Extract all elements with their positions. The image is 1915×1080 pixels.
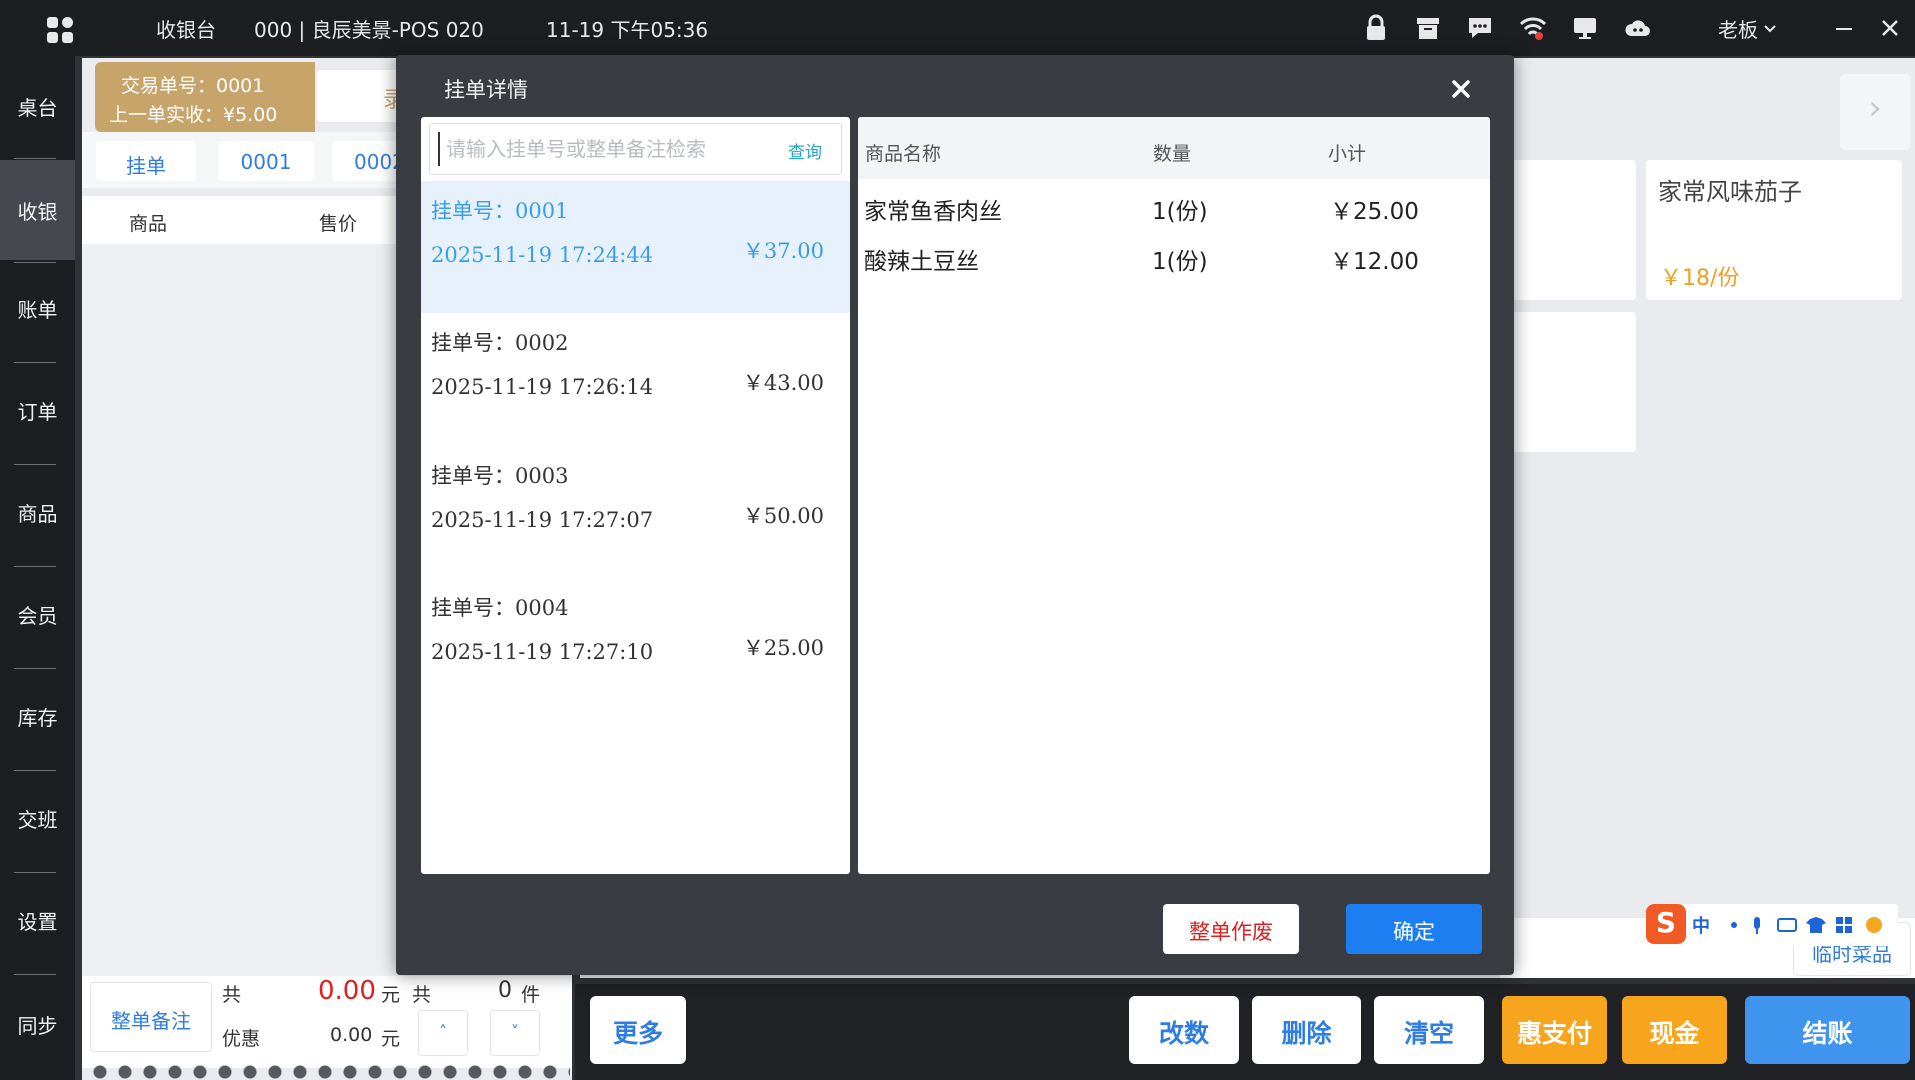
edit-qty-button[interactable]: 改数	[1129, 996, 1239, 1064]
delete-button[interactable]: 删除	[1252, 996, 1361, 1064]
count-label: 共	[412, 984, 432, 1006]
order-time: 2025-11-19 17:26:14	[431, 375, 654, 399]
order-detail-panel	[858, 117, 1490, 874]
hold-order-item[interactable]: 挂单号：0004 2025-11-19 17:27:10 ￥25.00	[421, 578, 850, 710]
hold-order-item[interactable]: 挂单号：0002 2025-11-19 17:26:14 ￥43.00	[421, 313, 850, 445]
scroll-down-button[interactable]: ˅	[490, 1010, 540, 1056]
order-amount: ￥37.00	[742, 239, 824, 263]
checkout-button[interactable]: 结账	[1745, 996, 1910, 1064]
dialog-title: 挂单详情	[444, 78, 528, 102]
order-number: 挂单号：0004	[431, 596, 569, 620]
nav-divider	[14, 158, 56, 159]
detail-quantity: 1(份)	[1152, 199, 1208, 225]
detail-subtotal: ￥25.00	[1330, 199, 1419, 225]
total-amount: 0.00	[318, 976, 376, 1006]
order-number: 挂单号：0001	[431, 199, 569, 223]
nav-item-goods[interactable]: 商品	[0, 462, 75, 562]
app-title: 收银台	[156, 18, 216, 42]
dish-name: 家常风味茄子	[1658, 178, 1802, 206]
total-label: 共	[222, 984, 242, 1006]
cloud-icon[interactable]	[1624, 14, 1652, 42]
detail-goods-name: 酸辣土豆丝	[864, 249, 979, 275]
nav-item-sync[interactable]: 同步	[0, 974, 75, 1074]
detail-subtotal: ￥12.00	[1330, 249, 1419, 275]
confirm-button[interactable]: 确定	[1346, 904, 1482, 954]
nav-item-orders[interactable]: 订单	[0, 360, 75, 460]
void-order-button[interactable]: 整单作废	[1163, 904, 1299, 954]
order-number: 挂单号：0003	[431, 464, 569, 488]
minimize-icon[interactable]	[1830, 14, 1858, 42]
tab-hold-orders[interactable]: 挂单	[96, 141, 196, 181]
detail-quantity: 1(份)	[1152, 249, 1208, 275]
left-nav: 桌台 收银 账单 订单 商品 会员 库存 交班 设置 同步	[0, 56, 75, 1080]
nav-item-members[interactable]: 会员	[0, 564, 75, 664]
dish-card[interactable]: 家常风味茄子 ￥18/份	[1646, 160, 1902, 300]
datetime: 11-19 下午05:36	[546, 18, 709, 42]
search-button[interactable]: 查询	[788, 138, 822, 163]
tab-order-0001[interactable]: 0001	[218, 141, 314, 181]
order-amount: ￥50.00	[742, 504, 824, 528]
order-number: 挂单号：0002	[431, 331, 569, 355]
dish-card[interactable]	[1500, 312, 1636, 452]
order-note-button[interactable]: 整单备注	[90, 982, 212, 1052]
monitor-icon[interactable]	[1571, 14, 1599, 42]
chevron-down-icon[interactable]	[1762, 14, 1778, 42]
store-info: 000 | 良辰美景-POS 020	[254, 18, 484, 42]
hold-order-item[interactable]: 挂单号：0003 2025-11-19 17:27:07 ￥50.00	[421, 446, 850, 578]
more-button[interactable]: 更多	[590, 996, 686, 1064]
grid-icon[interactable]	[46, 16, 74, 44]
col-quantity: 数量	[1153, 143, 1192, 165]
total-unit: 元	[381, 984, 401, 1006]
count-unit: 件	[521, 984, 541, 1006]
cash-button[interactable]: 现金	[1622, 996, 1727, 1064]
order-time: 2025-11-19 17:27:10	[431, 640, 654, 664]
ime-lang[interactable]: 中	[1692, 912, 1710, 938]
hui-pay-button[interactable]: 惠支付	[1502, 996, 1607, 1064]
item-count: 0	[498, 978, 512, 1003]
nav-item-settings[interactable]: 设置	[0, 870, 75, 970]
nav-item-bills[interactable]: 账单	[0, 258, 75, 358]
order-time: 2025-11-19 17:27:07	[431, 508, 654, 532]
scroll-up-button[interactable]: ˄	[418, 1010, 468, 1056]
col-subtotal: 小计	[1328, 143, 1367, 165]
ime-logo[interactable]: S	[1646, 904, 1686, 944]
lock-icon[interactable]	[1362, 14, 1390, 42]
order-amount: ￥43.00	[742, 371, 824, 395]
order-amount: ￥25.00	[742, 636, 824, 660]
nav-item-cashier[interactable]: 收银	[0, 160, 75, 260]
search-input[interactable]	[438, 132, 768, 166]
last-paid: 上一单实收：¥5.00	[109, 104, 278, 126]
tab-order-0002[interactable]: 0002	[332, 141, 405, 181]
dish-card[interactable]	[1500, 160, 1636, 300]
nav-item-inventory[interactable]: 库存	[0, 666, 75, 766]
nav-item-table[interactable]: 桌台	[0, 56, 75, 156]
discount-label: 优惠	[222, 1028, 261, 1050]
message-icon[interactable]	[1466, 14, 1494, 42]
hold-order-item[interactable]: 挂单号：0001 2025-11-19 17:24:44 ￥37.00	[421, 181, 850, 313]
wifi-icon[interactable]	[1519, 14, 1547, 42]
nav-item-shift[interactable]: 交班	[0, 768, 75, 868]
discount-amount: 0.00	[330, 1024, 373, 1046]
detail-goods-name: 家常鱼香肉丝	[864, 199, 1002, 225]
col-goods-name: 商品名称	[865, 143, 942, 165]
col-goods: 商品	[129, 213, 168, 235]
search-box: 查询	[429, 123, 842, 175]
archive-icon[interactable]	[1414, 14, 1442, 42]
trade-number: 交易单号：0001	[121, 75, 265, 97]
top-bar: 收银台 000 | 良辰美景-POS 020 11-19 下午05:36 老板	[0, 0, 1915, 56]
clear-button[interactable]: 清空	[1374, 996, 1484, 1064]
record-button[interactable]: 录	[317, 70, 407, 122]
receipt-edge	[90, 1064, 570, 1080]
user-menu[interactable]: 老板	[1718, 14, 1758, 43]
discount-unit: 元	[381, 1028, 401, 1050]
close-icon[interactable]	[1446, 74, 1476, 104]
trade-info-card: 交易单号：0001 上一单实收：¥5.00	[95, 62, 315, 132]
dish-price: ￥18/份	[1660, 266, 1740, 291]
order-time: 2025-11-19 17:24:44	[431, 243, 654, 267]
col-price: 售价	[319, 213, 358, 235]
ime-tools-icon[interactable]	[1728, 914, 1888, 936]
next-page-button[interactable]: ›	[1840, 74, 1910, 150]
close-icon[interactable]	[1876, 14, 1904, 42]
